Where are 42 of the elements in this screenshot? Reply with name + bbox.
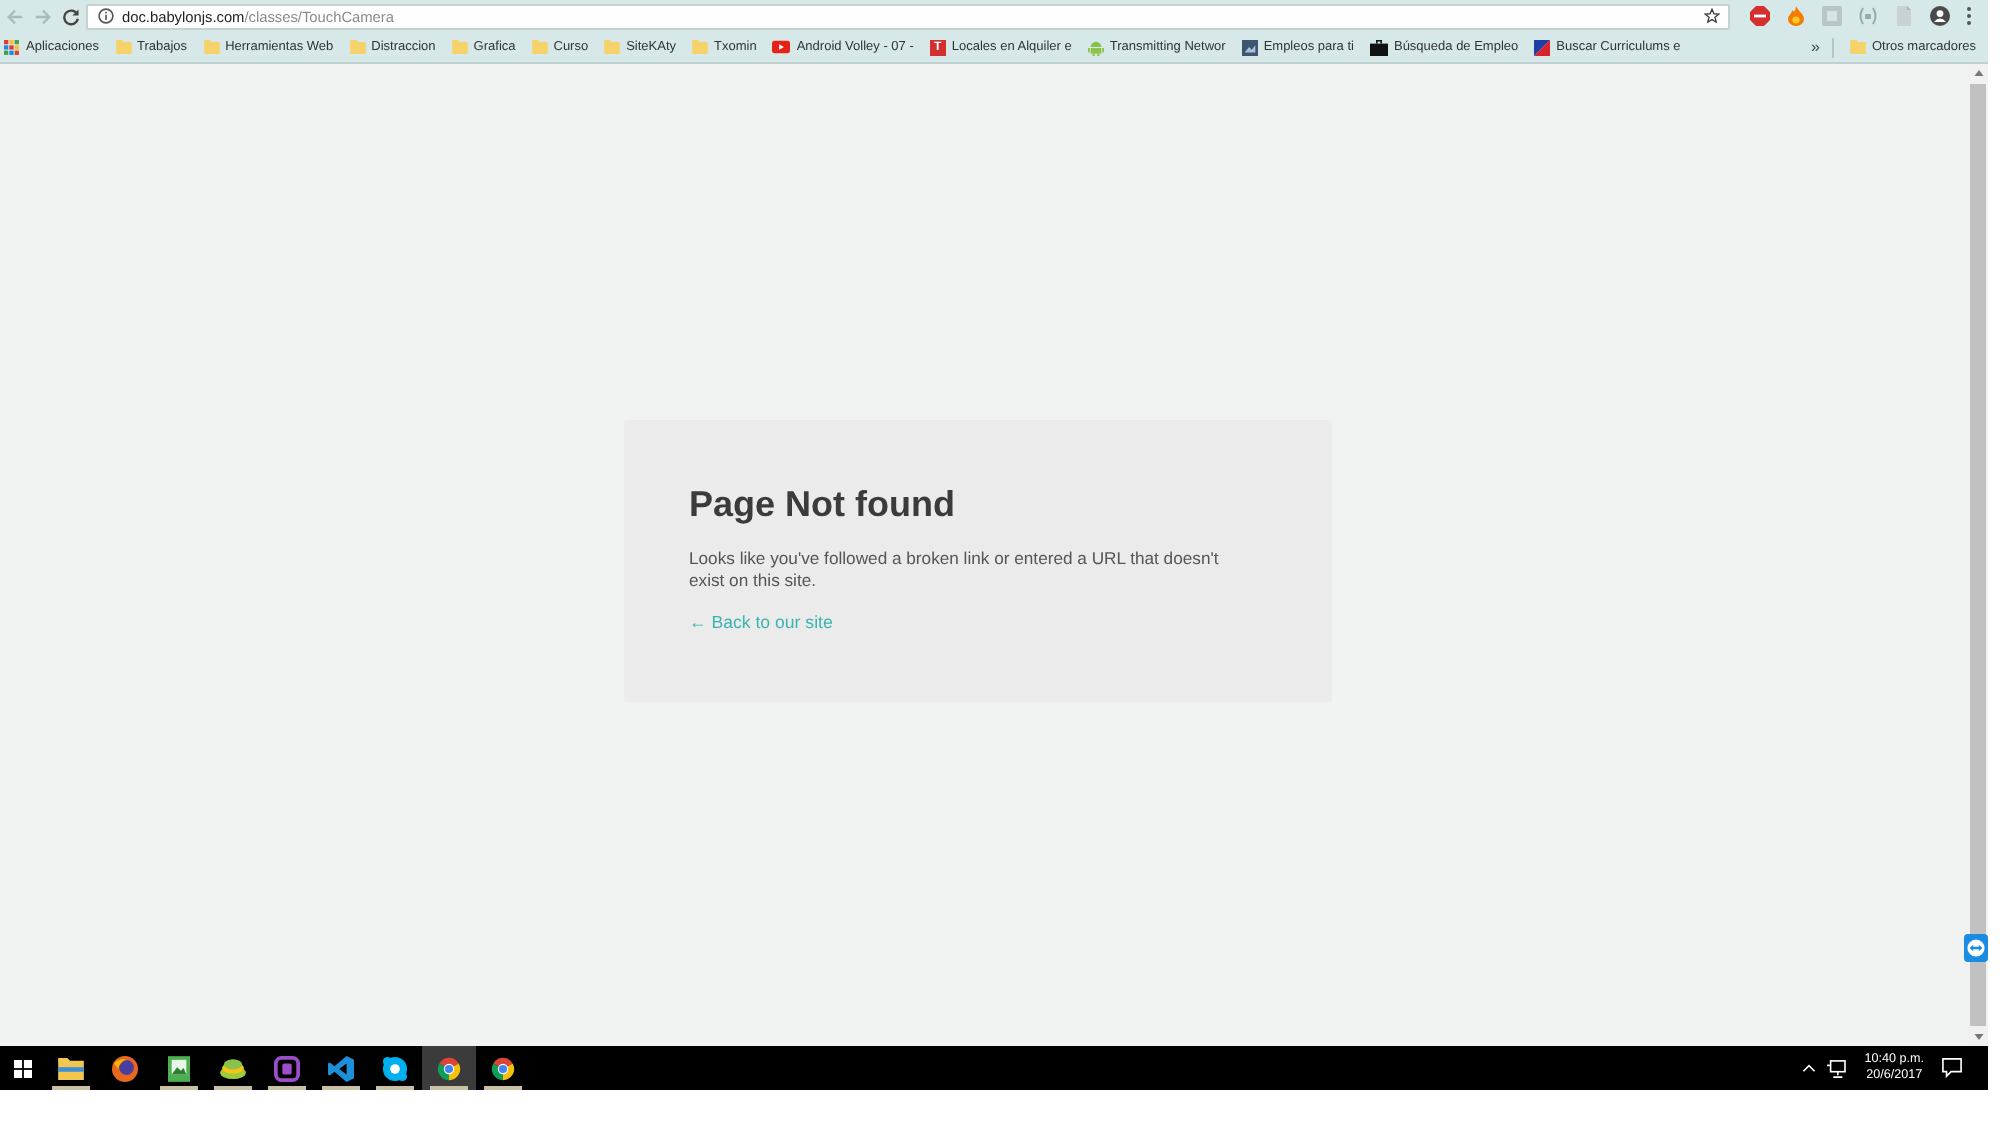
folder-icon: [203, 40, 220, 54]
reload-button[interactable]: [58, 3, 84, 29]
browser-icon: [490, 1055, 516, 1081]
folder-icon: [692, 40, 709, 54]
folder-icon: [1849, 40, 1866, 54]
scrollbar[interactable]: [1968, 64, 1988, 1046]
info-icon[interactable]: [98, 8, 114, 24]
picture-icon: [1241, 39, 1258, 55]
browser-icon: [436, 1055, 462, 1081]
scrollbar-thumb[interactable]: [1970, 84, 1986, 1026]
folder-icon: [604, 40, 621, 54]
taskbar-app-button[interactable]: [422, 1046, 476, 1090]
robot-icon: [1087, 39, 1104, 55]
globe-icon: [112, 1055, 138, 1081]
caret-icon[interactable]: [1802, 1064, 1817, 1072]
stack-icon: [220, 1057, 246, 1079]
notification-icon[interactable]: [1942, 1058, 1962, 1078]
flag-icon: [1534, 39, 1551, 55]
more-bookmarks-button[interactable]: »: [1811, 37, 1834, 57]
page-title: Page Not found: [689, 481, 957, 525]
picture-icon: [168, 1055, 190, 1081]
folder-icon: [115, 40, 131, 54]
star-icon[interactable]: [1704, 8, 1720, 24]
badge-icon: [274, 1055, 300, 1081]
monitor-icon[interactable]: [1826, 1059, 1847, 1077]
four-panes-icon: [13, 1059, 31, 1077]
scroll-down-arrow-icon[interactable]: [1973, 1034, 1983, 1040]
app-grid-icon: [4, 39, 20, 55]
folder-icon: [349, 40, 366, 54]
folder-icon: [451, 40, 468, 54]
error-message: Looks like you've followed a broken link or entered a URL that doesn't exist on this site.: [689, 547, 1221, 591]
scroll-up-arrow-icon[interactable]: [1973, 70, 1983, 76]
play-icon: [772, 40, 791, 54]
stop-sign-icon[interactable]: [1750, 6, 1770, 26]
folder-icon: [58, 1057, 84, 1079]
folder-icon: [531, 40, 548, 54]
more-menu-icon[interactable]: [1966, 6, 1972, 26]
account-icon[interactable]: [1930, 6, 1950, 26]
double-arrow-icon[interactable]: [1964, 934, 1988, 962]
briefcase-icon: [1369, 39, 1388, 55]
ribbon-icon: [328, 1055, 354, 1081]
chat-bubble-icon: [382, 1055, 408, 1081]
